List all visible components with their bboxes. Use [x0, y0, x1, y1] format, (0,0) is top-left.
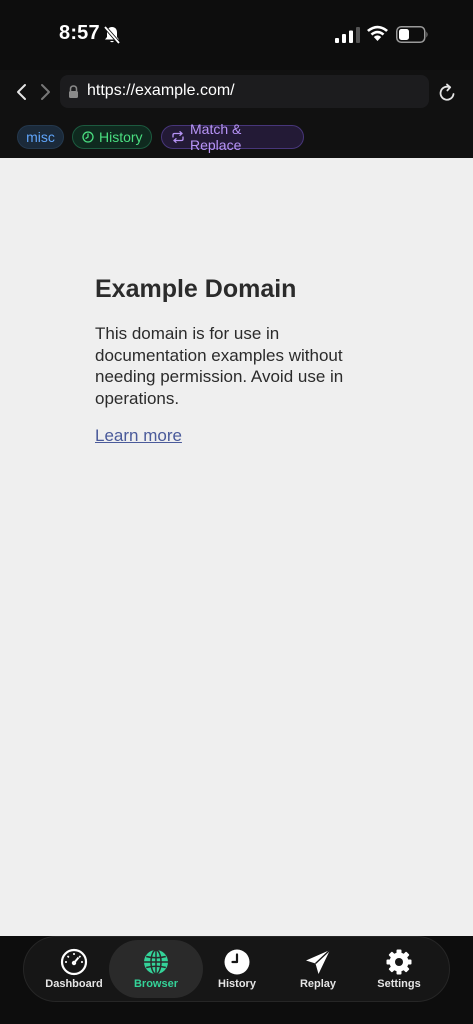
globe-icon [144, 949, 168, 975]
back-chevron-icon[interactable] [14, 82, 30, 102]
speedometer-icon [60, 948, 88, 976]
cellular-signal-icon [335, 27, 360, 43]
tab-dashboard[interactable]: Dashboard [34, 940, 114, 998]
tab-history[interactable]: History [197, 940, 277, 998]
chip-history[interactable]: History [72, 125, 152, 149]
bell-muted-icon [103, 25, 121, 45]
tab-settings[interactable]: Settings [359, 940, 439, 998]
lock-icon [69, 85, 78, 98]
status-bar: 8:57 [0, 0, 473, 70]
tab-settings-label: Settings [377, 978, 421, 990]
learn-more-link[interactable]: Learn more [95, 426, 182, 446]
url-text[interactable]: https://example.com/ [87, 82, 235, 100]
browser-toolbar: https://example.com/ [0, 70, 473, 116]
tab-browser-label: Browser [133, 978, 179, 990]
wifi-icon [367, 25, 388, 41]
reload-icon[interactable] [436, 82, 458, 104]
forward-chevron-icon[interactable] [37, 82, 53, 102]
page-heading: Example Domain [95, 275, 297, 303]
gear-icon [386, 949, 412, 975]
filter-chips: misc History Match & Replace [0, 116, 473, 158]
url-bar[interactable]: https://example.com/ [60, 75, 429, 108]
chip-misc[interactable]: misc [17, 125, 64, 149]
tab-dashboard-label: Dashboard [45, 978, 103, 990]
chip-history-label: History [99, 129, 143, 145]
chip-misc-label: misc [26, 129, 55, 145]
tab-replay[interactable]: Replay [278, 940, 358, 998]
tab-replay-label: Replay [299, 978, 337, 990]
web-content: Example Domain This domain is for use in… [0, 158, 473, 936]
chip-match-replace[interactable]: Match & Replace [161, 121, 304, 153]
tab-bar: Dashboard Browser History Replay Setting… [23, 936, 450, 1002]
clock-icon [224, 949, 250, 975]
page-description: This domain is for use in documentation … [95, 324, 344, 408]
paper-plane-icon [306, 949, 331, 974]
tab-browser[interactable]: Browser [109, 940, 203, 998]
tab-history-label: History [218, 978, 256, 990]
repeat-icon [172, 131, 184, 143]
battery-icon [396, 26, 428, 43]
chip-match-replace-label: Match & Replace [190, 121, 242, 153]
status-time: 8:57 [59, 22, 100, 44]
clock-icon [82, 131, 94, 143]
